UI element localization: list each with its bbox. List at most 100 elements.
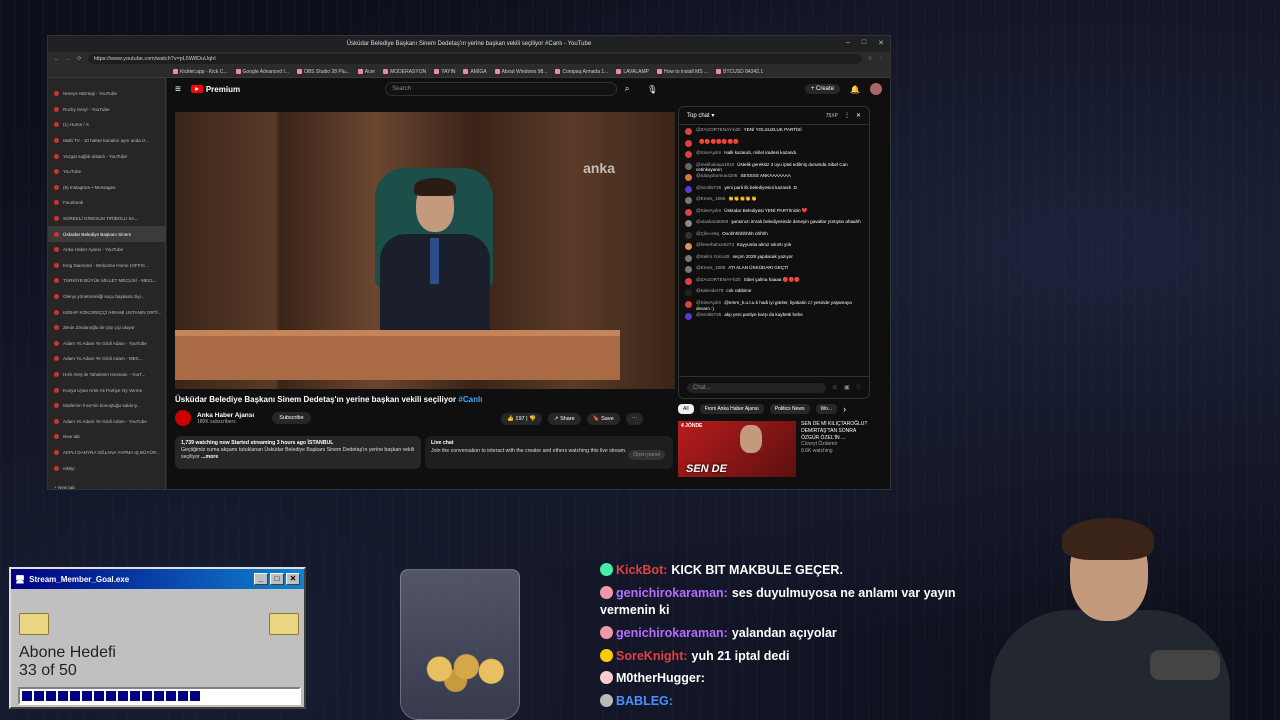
sidebar-tab[interactable]: Yozgat sağlık anlatılı - YouTube	[48, 148, 165, 164]
sidebar-tab[interactable]: Zenin Zindanoğlu ile çöp çiçi oluyor	[48, 320, 165, 336]
minimize-icon[interactable]: –	[846, 39, 850, 47]
chat-username[interactable]: @kalender78	[696, 288, 723, 293]
bookmark-item[interactable]: AMİGA	[463, 69, 487, 75]
close-icon[interactable]: ✕	[878, 39, 884, 47]
bookmark-item[interactable]: BTCUSD 84342.1	[716, 69, 763, 75]
sidebar-tab[interactable]: Adam Yo Adam Ye Girdi Adam - YouTube	[48, 336, 165, 352]
chat-username[interactable]: @SinsAydın	[696, 208, 721, 213]
chat-user-avatar[interactable]	[685, 185, 692, 193]
sidebar-tab[interactable]: Adam Yo Adam Ye Girdi Adam - MEC...	[48, 351, 165, 367]
sidebar-tab[interactable]: Adam Yo Adam Ye Girdi Adam - YouTube	[48, 413, 165, 429]
more-actions-icon[interactable]: ⋯	[625, 413, 644, 425]
chat-user-avatar[interactable]	[685, 208, 692, 216]
mic-icon[interactable]: 🎙	[647, 85, 657, 94]
chat-username[interactable]: @SinsAydın	[696, 150, 721, 155]
bookmark-item[interactable]: YAYIN	[434, 69, 455, 75]
chat-user-avatar[interactable]	[685, 162, 692, 170]
chat-username[interactable]: @Selim.Yolcu28	[696, 254, 730, 259]
chat-username[interactable]: @ZAGORTENAY-b2b	[696, 127, 741, 132]
chat-user-avatar[interactable]	[685, 289, 692, 297]
chat-user-avatar[interactable]	[685, 220, 692, 228]
chat-username[interactable]: @ZAGORTENAY-b2b	[696, 277, 741, 282]
sidebar-tab[interactable]: (9) Instagram • Messages	[48, 180, 165, 196]
bookmark-item[interactable]: LAVALAMP	[616, 69, 649, 75]
chat-more-icon[interactable]: ⋮	[844, 112, 850, 119]
sidebar-tab[interactable]: Mutlemin İnce'nin konuştuğu saldırıy...	[48, 398, 165, 414]
video-player[interactable]: anka	[175, 112, 675, 389]
notifications-bell-icon[interactable]: 🔔	[850, 85, 860, 94]
sidebar-tab[interactable]: Olenyi yönetmenliği suçu başkana ziyi...	[48, 289, 165, 305]
filter-chip[interactable]: Wo...	[815, 404, 838, 414]
win-minimize-icon[interactable]: _	[254, 573, 268, 585]
chat-mode-dropdown[interactable]: Top chat ▾	[687, 112, 714, 119]
chat-user-avatar[interactable]	[685, 266, 692, 274]
reload-icon[interactable]: ⟳	[77, 56, 82, 62]
chat-user-avatar[interactable]	[685, 151, 692, 158]
star-icon[interactable]: ☆	[868, 56, 873, 62]
video-hashtag[interactable]: #Canlı	[458, 395, 482, 404]
sidebar-tab[interactable]: SÜREKLİ GİRESUN TIRİBOLU SA...	[48, 211, 165, 227]
chat-username[interactable]: @melihakaya1810	[696, 162, 734, 167]
channel-avatar[interactable]	[175, 410, 191, 426]
sidebar-tab[interactable]: New tab	[48, 429, 165, 445]
sidebar-tab[interactable]: AKPLİ DANYRA OĞLANA YAPMA IŞ BÜYÜR...	[48, 445, 165, 461]
bookmark-item[interactable]: Kicklet.app - Kick C...	[173, 69, 228, 75]
filter-chip[interactable]: Politics News	[769, 404, 810, 414]
search-input[interactable]: Search	[385, 82, 618, 96]
extensions-icon[interactable]: ⋮	[879, 56, 885, 62]
emoji-icon[interactable]: ☺	[832, 385, 838, 391]
sidebar-tab[interactable]: Nereye Mizrepji - YouTube	[48, 86, 165, 102]
win-maximize-icon[interactable]: □	[270, 573, 284, 585]
sidebar-tab[interactable]: nikityi	[48, 460, 165, 476]
sidebar-tab[interactable]: King Diamond - Welcome Home (OFFIC...	[48, 258, 165, 274]
win-close-icon[interactable]: ✕	[286, 573, 300, 585]
bookmark-item[interactable]: OBS Studio 28 Plu...	[296, 69, 350, 75]
recommended-thumbnail[interactable]: SEN DE 4 JÖNDE	[678, 421, 797, 477]
chat-username[interactable]: @SinsAydın	[696, 300, 721, 305]
chat-close-icon[interactable]: ✕	[856, 112, 861, 119]
chat-user-avatar[interactable]	[685, 243, 692, 251]
sidebar-tab[interactable]: TÜRKİYE BÜYÜK MİLLET MECLİSİ - MECL...	[48, 273, 165, 289]
chat-input[interactable]: Chat...	[687, 382, 826, 393]
video-description[interactable]: 1,739 watching now Started streaming 3 h…	[175, 436, 421, 469]
search-icon[interactable]: ⌕	[617, 82, 637, 96]
chat-user-avatar[interactable]	[685, 139, 692, 147]
chat-user-avatar[interactable]	[685, 174, 692, 182]
save-button[interactable]: 🔖 Save	[586, 413, 620, 425]
chat-user-avatar[interactable]	[685, 128, 692, 135]
sidebar-tab[interactable]: Konya Uyan Artık Ak Partiye Oy Verme	[48, 382, 165, 398]
bookmark-item[interactable]: Compaq Armada 1...	[555, 69, 608, 75]
chat-user-avatar[interactable]	[685, 277, 692, 285]
chat-username[interactable]: @ismik5725	[696, 185, 721, 190]
chat-username[interactable]: @Çiko-e5q	[696, 231, 719, 236]
sidebar-tab[interactable]: (1) Hume / X	[48, 117, 165, 133]
subscribe-button[interactable]: Subscribe	[272, 412, 311, 424]
heart-icon[interactable]: ♡	[856, 384, 861, 391]
chat-user-avatar[interactable]	[685, 312, 692, 320]
show-more-link[interactable]: ...more	[201, 454, 218, 460]
chat-user-avatar[interactable]	[685, 300, 692, 308]
chat-username[interactable]: @Emes_1888	[696, 196, 725, 201]
channel-name[interactable]: Anka Haber Ajansı	[197, 412, 254, 419]
filter-chip[interactable]: All	[678, 404, 694, 414]
back-icon[interactable]: ←	[54, 56, 60, 62]
create-button[interactable]: + Create	[804, 84, 841, 94]
url-field[interactable]: https://www.youtube.com/watch?v=pL5W8DuU…	[87, 54, 862, 64]
share-button[interactable]: ↗ Share	[547, 413, 581, 425]
chat-user-avatar[interactable]	[685, 254, 692, 262]
chat-username[interactable]: @ulaskara6659	[696, 219, 728, 224]
super-chat-icon[interactable]: ▣	[844, 384, 850, 391]
account-avatar[interactable]	[870, 83, 882, 95]
bookmark-item[interactable]: Google Advanced I...	[235, 69, 289, 75]
sidebar-tab[interactable]: Rocky Seryl - YouTube	[48, 102, 165, 118]
chips-next-icon[interactable]: ›	[843, 404, 846, 414]
youtube-logo[interactable]: Premium	[190, 85, 240, 94]
hamburger-menu-icon[interactable]: ≡	[175, 84, 181, 95]
bookmark-item[interactable]: About Windows 98...	[494, 69, 547, 75]
bookmark-item[interactable]: MODERASYON	[383, 69, 426, 75]
like-button[interactable]: 👍 197 | 👎	[501, 413, 542, 425]
filter-chip[interactable]: From Anka Haber Ajansı	[699, 404, 764, 414]
sidebar-tab[interactable]: Üsküdar Belediye Başkanı Sinem	[48, 226, 165, 242]
sidebar-tab[interactable]: Anka Haber Ajansı - YouTube	[48, 242, 165, 258]
sidebar-tab[interactable]: Hızlı Ateş ile Tahalimin Isınması - YouT…	[48, 367, 165, 383]
